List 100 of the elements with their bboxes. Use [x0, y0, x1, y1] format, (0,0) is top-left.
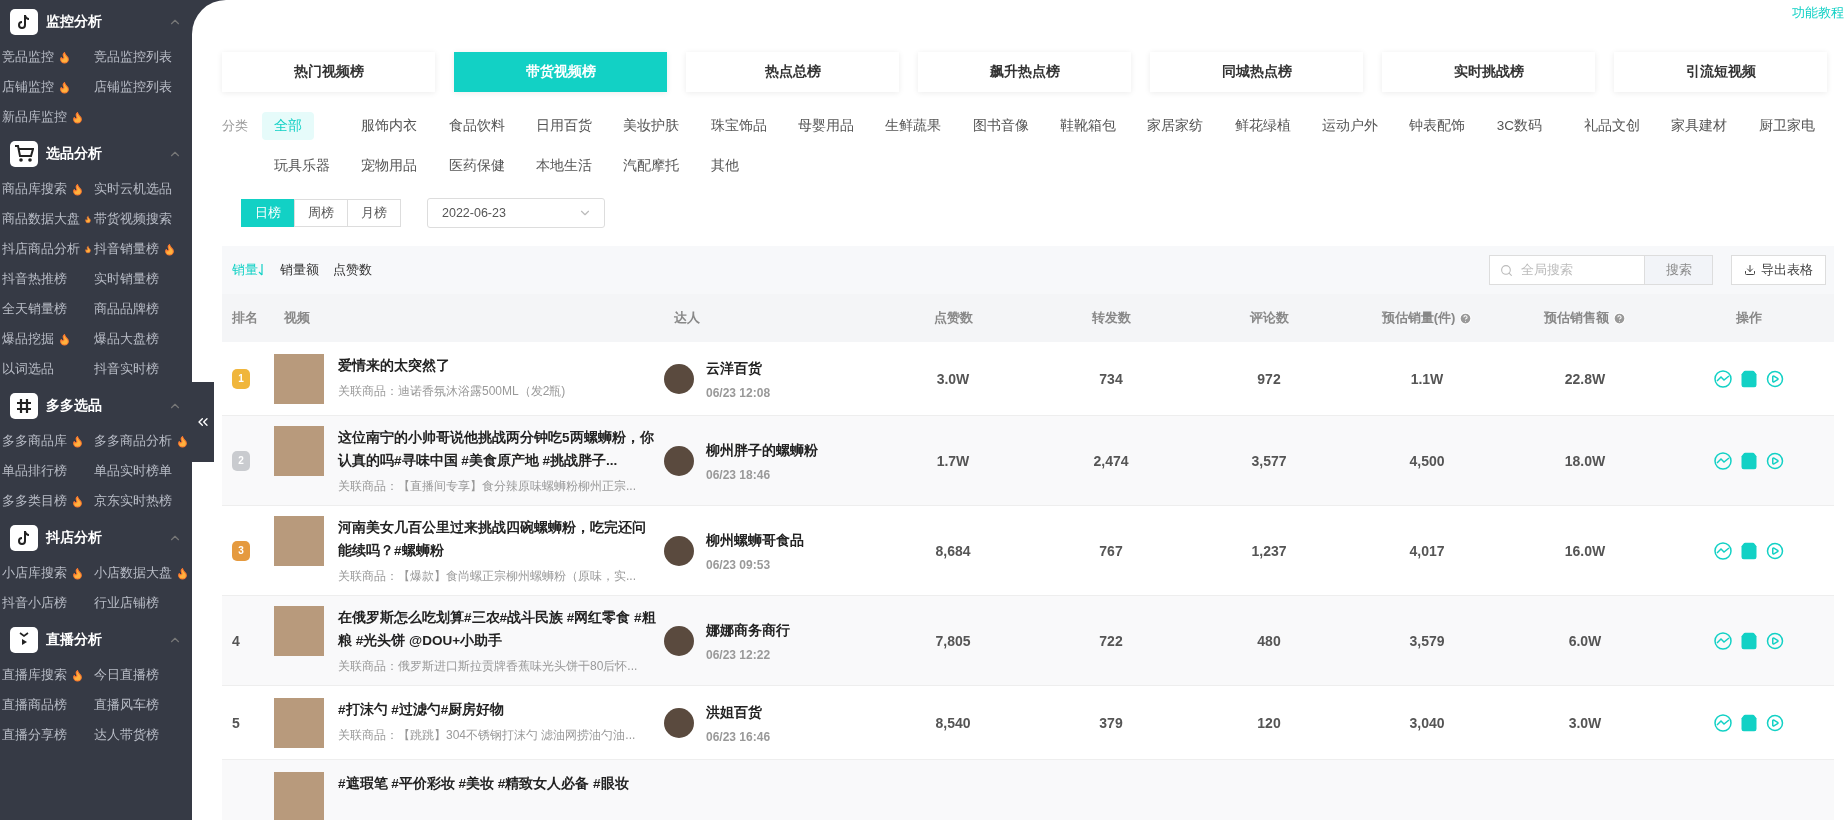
sidebar-link[interactable]: 实时云机选品 [92, 174, 192, 204]
goods-button[interactable] [1740, 451, 1758, 470]
trend-button[interactable] [1714, 713, 1732, 732]
sidebar-link[interactable]: 爆品大盘榜 [92, 324, 192, 354]
play-button[interactable] [1766, 541, 1784, 560]
sidebar-link[interactable]: 多多商品库 [0, 426, 92, 456]
sidebar-link[interactable]: 以词选品 [0, 354, 92, 384]
sidebar-link[interactable]: 竞品监控列表 [92, 42, 192, 72]
sidebar-link[interactable]: 小店库搜索 [0, 558, 92, 588]
period-tab[interactable]: 周榜 [294, 199, 348, 227]
sidebar-link[interactable]: 店铺监控列表 [92, 72, 192, 102]
date-select[interactable]: 2022-06-23 [427, 198, 605, 228]
sidebar-link[interactable]: 商品库搜索 [0, 174, 92, 204]
sidebar-link[interactable]: 今日直播榜 [92, 660, 192, 690]
sidebar-link[interactable]: 抖店商品分析 [0, 234, 92, 264]
sidebar-link[interactable]: 全天销量榜 [0, 294, 92, 324]
sidebar-section-header[interactable]: 抖店分析 [0, 524, 192, 552]
sidebar-link[interactable]: 直播分享榜 [0, 720, 92, 750]
sidebar-link[interactable]: 新品库监控 [0, 102, 92, 132]
creator-name[interactable]: 娜娜商务商行 [706, 619, 790, 642]
category-tab[interactable]: 日用百货 [524, 112, 604, 140]
trend-button[interactable] [1714, 541, 1732, 560]
category-tab[interactable]: 厨卫家电 [1746, 112, 1827, 140]
category-tab[interactable]: 运动户外 [1310, 112, 1390, 140]
video-title[interactable]: #遮瑕笔 #平价彩妆 #美妆 #精致女人必备 #眼妆 [338, 771, 656, 795]
goods-button[interactable] [1740, 713, 1758, 732]
category-tab[interactable]: 其他 [698, 152, 751, 180]
sidebar-link[interactable]: 行业店铺榜 [92, 588, 192, 618]
play-button[interactable] [1766, 451, 1784, 470]
sidebar-link[interactable]: 抖音小店榜 [0, 588, 92, 618]
category-tab[interactable]: 钟表配饰 [1397, 112, 1478, 140]
period-tab[interactable]: 月榜 [347, 199, 401, 227]
category-tab[interactable]: 服饰内衣 [349, 112, 430, 140]
sidebar-section-header[interactable]: 监控分析 [0, 8, 192, 36]
ranking-tab[interactable]: 热点总榜 [686, 52, 899, 92]
category-tab[interactable]: 鲜花绿植 [1222, 112, 1303, 140]
goods-button[interactable] [1740, 369, 1758, 388]
sidebar-section-header[interactable]: 选品分析 [0, 140, 192, 168]
category-tab[interactable]: 鞋靴箱包 [1048, 112, 1128, 140]
play-button[interactable] [1766, 631, 1784, 650]
category-tab[interactable]: 珠宝饰品 [698, 112, 779, 140]
trend-button[interactable] [1714, 631, 1732, 650]
sidebar-link[interactable]: 实时销量榜 [92, 264, 192, 294]
category-tab[interactable]: 图书音像 [960, 112, 1041, 140]
sidebar-link[interactable]: 直播商品榜 [0, 690, 92, 720]
creator-name[interactable]: 柳州胖子的螺蛳粉 [706, 439, 818, 462]
sidebar-link[interactable]: 商品数据大盘 [0, 204, 92, 234]
category-tab[interactable]: 玩具乐器 [262, 152, 342, 180]
sidebar-link[interactable]: 店铺监控 [0, 72, 92, 102]
category-tab[interactable]: 家具建材 [1659, 112, 1740, 140]
category-tab[interactable]: 3C数码 [1484, 112, 1554, 140]
goods-button[interactable] [1740, 631, 1758, 650]
sort-option[interactable]: 销量额 [280, 261, 319, 279]
video-title[interactable]: 在俄罗斯怎么吃划算#三农#战斗民族 #网红零食 #粗粮 #光头饼 @DOU+小助手 [338, 606, 656, 652]
video-title[interactable]: #打沫勺 #过滤勺#厨房好物 [338, 697, 656, 721]
category-tab[interactable]: 食品饮料 [436, 112, 517, 140]
sidebar-link[interactable]: 抖音热推榜 [0, 264, 92, 294]
ranking-tab[interactable]: 同城热点榜 [1150, 52, 1363, 92]
sort-option[interactable]: 点赞数 [333, 261, 372, 279]
ranking-tab[interactable]: 引流短视频 [1614, 52, 1827, 92]
export-button[interactable]: 导出表格 [1731, 255, 1826, 285]
creator-name[interactable]: 云洋百货 [706, 357, 771, 380]
sidebar-link[interactable]: 单品实时榜单 [92, 456, 192, 486]
sidebar-link[interactable]: 爆品挖掘 [0, 324, 92, 354]
sidebar-section-header[interactable]: 直播分析 [0, 626, 192, 654]
sidebar-link[interactable]: 带货视频搜索 [92, 204, 192, 234]
category-tab[interactable]: 母婴用品 [786, 112, 866, 140]
video-title[interactable]: 爱情来的太突然了 [338, 353, 656, 377]
category-tab[interactable]: 美妆护肤 [611, 112, 692, 140]
ranking-tab[interactable]: 热门视频榜 [222, 52, 435, 92]
sidebar-link[interactable]: 小店数据大盘 [92, 558, 192, 588]
creator-name[interactable]: 洪姐百货 [706, 701, 771, 724]
sidebar-link[interactable]: 抖音实时榜 [92, 354, 192, 384]
play-button[interactable] [1766, 369, 1784, 388]
sidebar-link[interactable]: 直播库搜索 [0, 660, 92, 690]
category-tab[interactable]: 礼品文创 [1572, 112, 1652, 140]
video-title[interactable]: 河南美女几百公里过来挑战四碗螺蛳粉，吃完还问能续吗？#螺蛳粉 [338, 516, 656, 562]
sidebar-link[interactable]: 单品排行榜 [0, 456, 92, 486]
sidebar-link[interactable]: 抖音销量榜 [92, 234, 192, 264]
sidebar-link[interactable]: 京东实时热榜 [92, 486, 192, 516]
trend-button[interactable] [1714, 369, 1732, 388]
ranking-tab[interactable]: 实时挑战榜 [1382, 52, 1595, 92]
trend-button[interactable] [1714, 451, 1732, 470]
sidebar-link[interactable]: 竞品监控 [0, 42, 92, 72]
sidebar-link[interactable]: 直播风车榜 [92, 690, 192, 720]
category-tab[interactable]: 汽配摩托 [611, 152, 692, 180]
play-button[interactable] [1766, 713, 1784, 732]
category-tab[interactable]: 本地生活 [524, 152, 604, 180]
sidebar-link[interactable]: 多多商品分析 [92, 426, 192, 456]
collapse-sidebar-button[interactable] [192, 382, 214, 462]
category-tab[interactable]: 家居家纺 [1135, 112, 1216, 140]
sidebar-section-header[interactable]: 多多选品 [0, 392, 192, 420]
category-tab[interactable]: 生鲜蔬果 [873, 112, 954, 140]
sidebar-link[interactable]: 多多类目榜 [0, 486, 92, 516]
video-title[interactable]: 这位南宁的小帅哥说他挑战两分钟吃5两螺蛳粉，你认真的吗#寻味中国 #美食原产地 #挑战胖子... [338, 426, 656, 472]
ranking-tab[interactable]: 飙升热点榜 [918, 52, 1131, 92]
sidebar-link[interactable]: 商品品牌榜 [92, 294, 192, 324]
creator-name[interactable]: 柳州螺蛳哥食品 [706, 529, 804, 552]
category-tab[interactable]: 宠物用品 [349, 152, 430, 180]
sidebar-link[interactable]: 达人带货榜 [92, 720, 192, 750]
